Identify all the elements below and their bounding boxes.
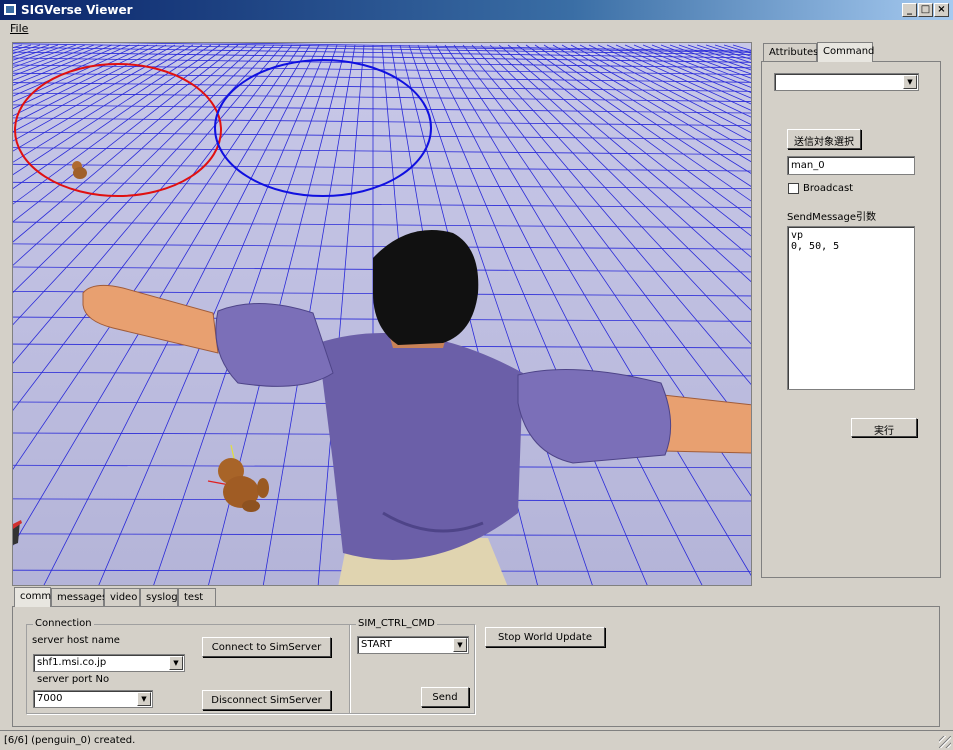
disconnect-button[interactable]: Disconnect SimServer bbox=[202, 690, 331, 710]
tab-command[interactable]: Command bbox=[817, 42, 874, 62]
resize-grip-icon[interactable] bbox=[939, 736, 951, 748]
sim-ctrl-group: SIM_CTRL_CMD START ▼ Send bbox=[349, 618, 475, 714]
host-label: server host name bbox=[32, 635, 120, 646]
tab-video[interactable]: video bbox=[104, 588, 140, 607]
chevron-down-icon[interactable]: ▼ bbox=[453, 638, 467, 652]
host-combo-value: shf1.msi.co.jp bbox=[37, 657, 107, 668]
menu-bar: File bbox=[0, 20, 953, 38]
port-label: server port No bbox=[37, 674, 110, 685]
sim-ctrl-combo[interactable]: START ▼ bbox=[357, 636, 469, 654]
port-combo[interactable]: 7000 ▼ bbox=[33, 690, 153, 708]
menu-file[interactable]: File bbox=[10, 22, 28, 35]
close-button[interactable]: × bbox=[934, 3, 949, 17]
sendmessage-textarea[interactable]: vp 0, 50, 5 bbox=[787, 226, 915, 390]
maximize-button[interactable]: □ bbox=[918, 3, 933, 17]
tab-syslog[interactable]: syslog bbox=[140, 588, 178, 607]
target-input[interactable]: man_0 bbox=[787, 156, 915, 175]
connect-button[interactable]: Connect to SimServer bbox=[202, 637, 331, 657]
right-panel: Attributes Command ▼ 送信対象選択 man_0 Broadc… bbox=[761, 42, 941, 578]
sim-ctrl-group-title: SIM_CTRL_CMD bbox=[356, 618, 437, 629]
select-target-button[interactable]: 送信対象選択 bbox=[787, 129, 861, 149]
sendmessage-label: SendMessage引数 bbox=[787, 212, 877, 223]
connection-group: Connection server host name shf1.msi.co.… bbox=[26, 618, 350, 714]
chevron-down-icon[interactable]: ▼ bbox=[137, 692, 151, 706]
tab-comm[interactable]: comm bbox=[14, 587, 51, 607]
host-combo[interactable]: shf1.msi.co.jp ▼ bbox=[33, 654, 185, 672]
status-bar: [6/6] (penguin_0) created. bbox=[0, 730, 953, 750]
tab-attributes[interactable]: Attributes bbox=[763, 43, 818, 62]
tab-messages[interactable]: messages bbox=[51, 588, 107, 607]
minimize-button[interactable]: _ bbox=[902, 3, 917, 17]
chevron-down-icon[interactable]: ▼ bbox=[903, 75, 917, 89]
window-title: SIGVerse Viewer bbox=[21, 3, 133, 17]
sim-ctrl-combo-value: START bbox=[361, 639, 392, 650]
port-combo-value: 7000 bbox=[37, 693, 63, 704]
tab-test[interactable]: test bbox=[178, 588, 216, 607]
broadcast-label: Broadcast bbox=[803, 183, 854, 194]
chevron-down-icon[interactable]: ▼ bbox=[169, 656, 183, 670]
command-combo[interactable]: ▼ bbox=[774, 73, 919, 91]
3d-scene bbox=[13, 43, 751, 585]
send-button[interactable]: Send bbox=[421, 687, 469, 707]
command-panel: ▼ 送信対象選択 man_0 Broadcast SendMessage引数 v… bbox=[761, 61, 941, 578]
connection-group-title: Connection bbox=[33, 618, 94, 629]
broadcast-checkbox[interactable] bbox=[788, 183, 799, 194]
comm-panel: Connection server host name shf1.msi.co.… bbox=[12, 606, 940, 727]
execute-button[interactable]: 実行 bbox=[851, 418, 917, 437]
stop-world-update-button[interactable]: Stop World Update bbox=[485, 627, 605, 647]
title-bar: SIGVerse Viewer _ □ × bbox=[0, 0, 953, 20]
status-text: [6/6] (penguin_0) created. bbox=[4, 735, 136, 746]
3d-viewport[interactable] bbox=[12, 42, 752, 586]
app-icon bbox=[3, 3, 17, 16]
